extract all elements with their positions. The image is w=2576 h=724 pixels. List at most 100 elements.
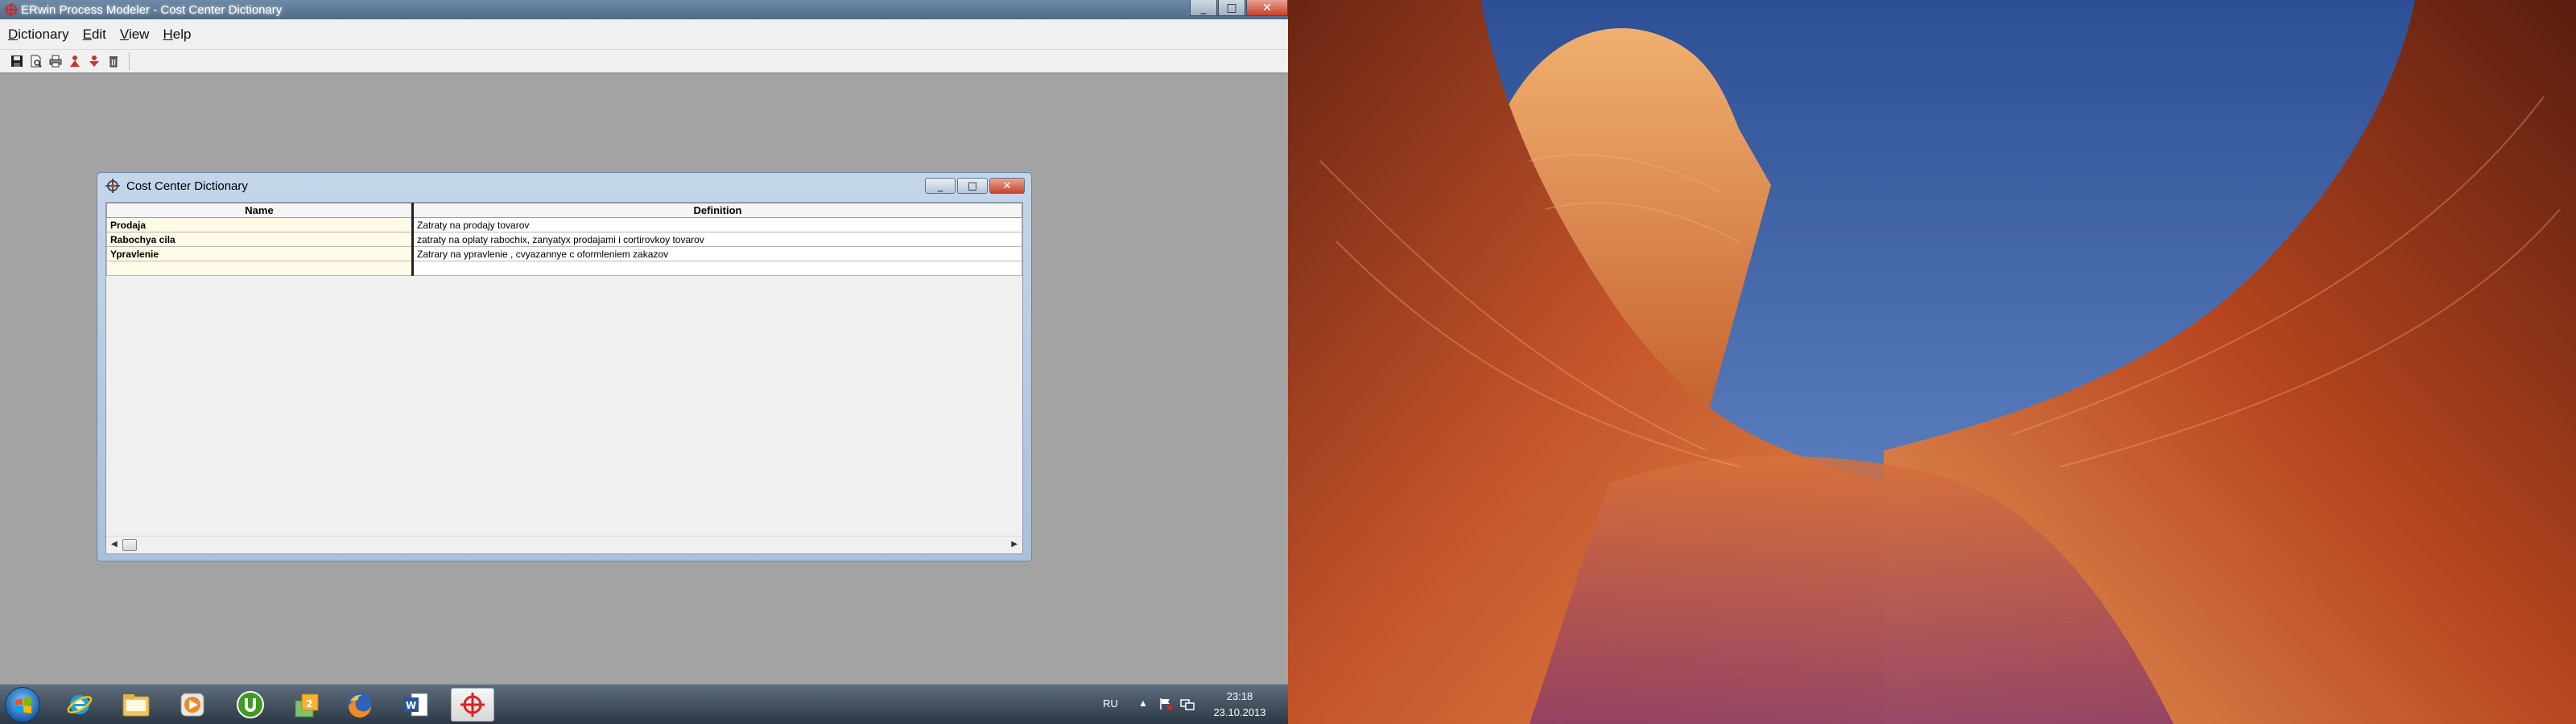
- table-row[interactable]: Prodaja Zatraty na prodajy tovarov: [106, 217, 1022, 232]
- taskbar-internet-explorer[interactable]: [58, 688, 101, 722]
- column-header-definition[interactable]: Definition: [412, 203, 1022, 218]
- dictionary-grid-area: Name Definition Prodaja Zatraty na proda…: [105, 202, 1023, 554]
- delete-icon: [109, 56, 118, 68]
- dialog-window-controls: _ □ ✕: [923, 178, 1025, 194]
- cost-center-dictionary-window: Cost Center Dictionary _ □ ✕ Name Defini…: [97, 172, 1032, 562]
- media-player-icon: [180, 693, 204, 717]
- toolbar: [0, 50, 1288, 74]
- file-explorer-icon: [122, 694, 150, 717]
- clock-date[interactable]: 23.10.2013: [1208, 706, 1272, 718]
- start-button[interactable]: [5, 687, 40, 722]
- cell-definition[interactable]: zatraty na oplaty rabochix, zanyatyx pro…: [412, 232, 1022, 247]
- left-monitor: ERwin Process Modeler - Cost Center Dict…: [0, 0, 1288, 724]
- table-row[interactable]: Rabochya cila zatraty na oplaty rabochix…: [106, 232, 1022, 247]
- scroll-thumb[interactable]: [122, 539, 137, 551]
- toolbar-separator: [129, 52, 130, 70]
- menu-mnemonic: E: [82, 26, 92, 42]
- dialog-minimize-button[interactable]: _: [925, 178, 956, 194]
- menu-dictionary[interactable]: Dictionary: [8, 27, 69, 43]
- app-titlebar[interactable]: ERwin Process Modeler - Cost Center Dict…: [0, 0, 1288, 19]
- maximize-icon: □: [1226, 1, 1237, 14]
- dialog-titlebar[interactable]: Cost Center Dictionary _ □ ✕: [97, 173, 1031, 197]
- svg-text:W: W: [406, 700, 416, 711]
- print-preview-icon: [31, 55, 42, 68]
- show-hidden-icons-icon[interactable]: ▲: [1138, 697, 1148, 709]
- menu-mnemonic: H: [163, 26, 173, 42]
- firefox-icon: [348, 693, 372, 718]
- dialog-close-button[interactable]: ✕: [989, 178, 1025, 194]
- menu-label: dit: [91, 26, 106, 42]
- taskbar-erwin[interactable]: [451, 688, 494, 722]
- svg-text:2: 2: [306, 698, 312, 710]
- minimize-icon: _: [1200, 1, 1207, 14]
- cell-name[interactable]: Rabochya cila: [106, 232, 414, 247]
- table-row[interactable]: Ypravlenie Zatrary na ypravlenie , cvyaz…: [106, 246, 1022, 261]
- canyon-wallpaper: [1288, 0, 2576, 724]
- action-center-flag-icon[interactable]: [1159, 697, 1174, 710]
- cell-definition[interactable]: Zatrary na ypravlenie , cvyazannye c ofo…: [412, 246, 1022, 261]
- taskbar-utorrent[interactable]: [229, 688, 272, 722]
- utorrent-icon: [237, 691, 264, 718]
- app-window-controls: _ □ ✕: [1189, 0, 1288, 18]
- sort-descending-icon: [89, 56, 99, 67]
- delete-button[interactable]: [105, 52, 122, 70]
- dialog-maximize-button[interactable]: □: [957, 178, 988, 194]
- scroll-right-icon[interactable]: ▶: [1011, 540, 1018, 549]
- menu-label: elp: [172, 26, 192, 42]
- menu-edit[interactable]: Edit: [83, 27, 106, 43]
- menu-mnemonic: V: [119, 26, 129, 42]
- taskbar-firefox[interactable]: [338, 688, 382, 722]
- taskbar: 2 W RU ▲ 23:18 23.10.2013: [0, 684, 1288, 724]
- taskbar-file-explorer[interactable]: [114, 688, 158, 722]
- system-tray: RU ▲ 23:18 23.10.2013: [1095, 685, 1288, 724]
- windows-start-icon: [15, 697, 31, 714]
- minimize-icon: _: [937, 179, 943, 192]
- erwin-icon: [460, 693, 485, 717]
- close-icon: ✕: [1262, 1, 1272, 14]
- cell-name-empty[interactable]: [106, 261, 414, 276]
- app-maximize-button[interactable]: □: [1218, 0, 1245, 16]
- table-header-row: Name Definition: [106, 203, 1022, 218]
- cell-definition[interactable]: Zatraty na prodajy tovarov: [412, 217, 1022, 232]
- print-preview-button[interactable]: [27, 52, 45, 70]
- horizontal-scrollbar[interactable]: ◀ ▶: [106, 536, 1022, 553]
- dictionary-icon: [105, 179, 120, 193]
- scroll-left-icon[interactable]: ◀: [111, 540, 118, 549]
- menu-label: iew: [128, 26, 150, 42]
- cell-definition-empty[interactable]: [412, 261, 1022, 276]
- internet-explorer-icon: [67, 695, 93, 714]
- menu-label: ictionary: [18, 26, 69, 42]
- word-icon: W: [404, 693, 428, 717]
- menu-view[interactable]: View: [120, 27, 150, 43]
- sort-descending-button[interactable]: [85, 52, 103, 70]
- cell-name[interactable]: Prodaja: [106, 217, 414, 232]
- app-close-button[interactable]: ✕: [1246, 0, 1288, 16]
- taskbar-stickies[interactable]: 2: [285, 688, 328, 722]
- close-icon: ✕: [1002, 179, 1012, 192]
- taskbar-word[interactable]: W: [394, 688, 438, 722]
- sort-ascending-icon: [70, 56, 80, 67]
- app-minimize-button[interactable]: _: [1190, 0, 1217, 16]
- print-button[interactable]: [47, 52, 64, 70]
- print-icon: [49, 55, 62, 68]
- menu-help[interactable]: Help: [163, 27, 191, 43]
- menu-mnemonic: D: [8, 26, 19, 42]
- clock-time[interactable]: 23:18: [1208, 690, 1272, 702]
- cell-name[interactable]: Ypravlenie: [106, 246, 414, 261]
- app-title: ERwin Process Modeler - Cost Center Dict…: [21, 3, 283, 17]
- network-icon[interactable]: [1180, 697, 1195, 710]
- taskbar-media-player[interactable]: [171, 688, 214, 722]
- dictionary-table: Name Definition Prodaja Zatraty na proda…: [106, 203, 1022, 276]
- sort-ascending-button[interactable]: [66, 52, 84, 70]
- stickies-icon: 2: [295, 693, 319, 718]
- dialog-title: Cost Center Dictionary: [126, 179, 248, 193]
- column-header-name[interactable]: Name: [106, 203, 414, 218]
- language-indicator[interactable]: RU: [1103, 697, 1118, 710]
- right-monitor-desktop: [1288, 0, 2576, 724]
- save-button[interactable]: [8, 52, 26, 70]
- menu-bar: Dictionary Edit View Help: [0, 19, 1288, 50]
- maximize-icon: □: [967, 179, 978, 192]
- save-icon: [11, 56, 23, 67]
- table-row-new[interactable]: [106, 261, 1022, 276]
- erwin-app-icon: [5, 3, 18, 16]
